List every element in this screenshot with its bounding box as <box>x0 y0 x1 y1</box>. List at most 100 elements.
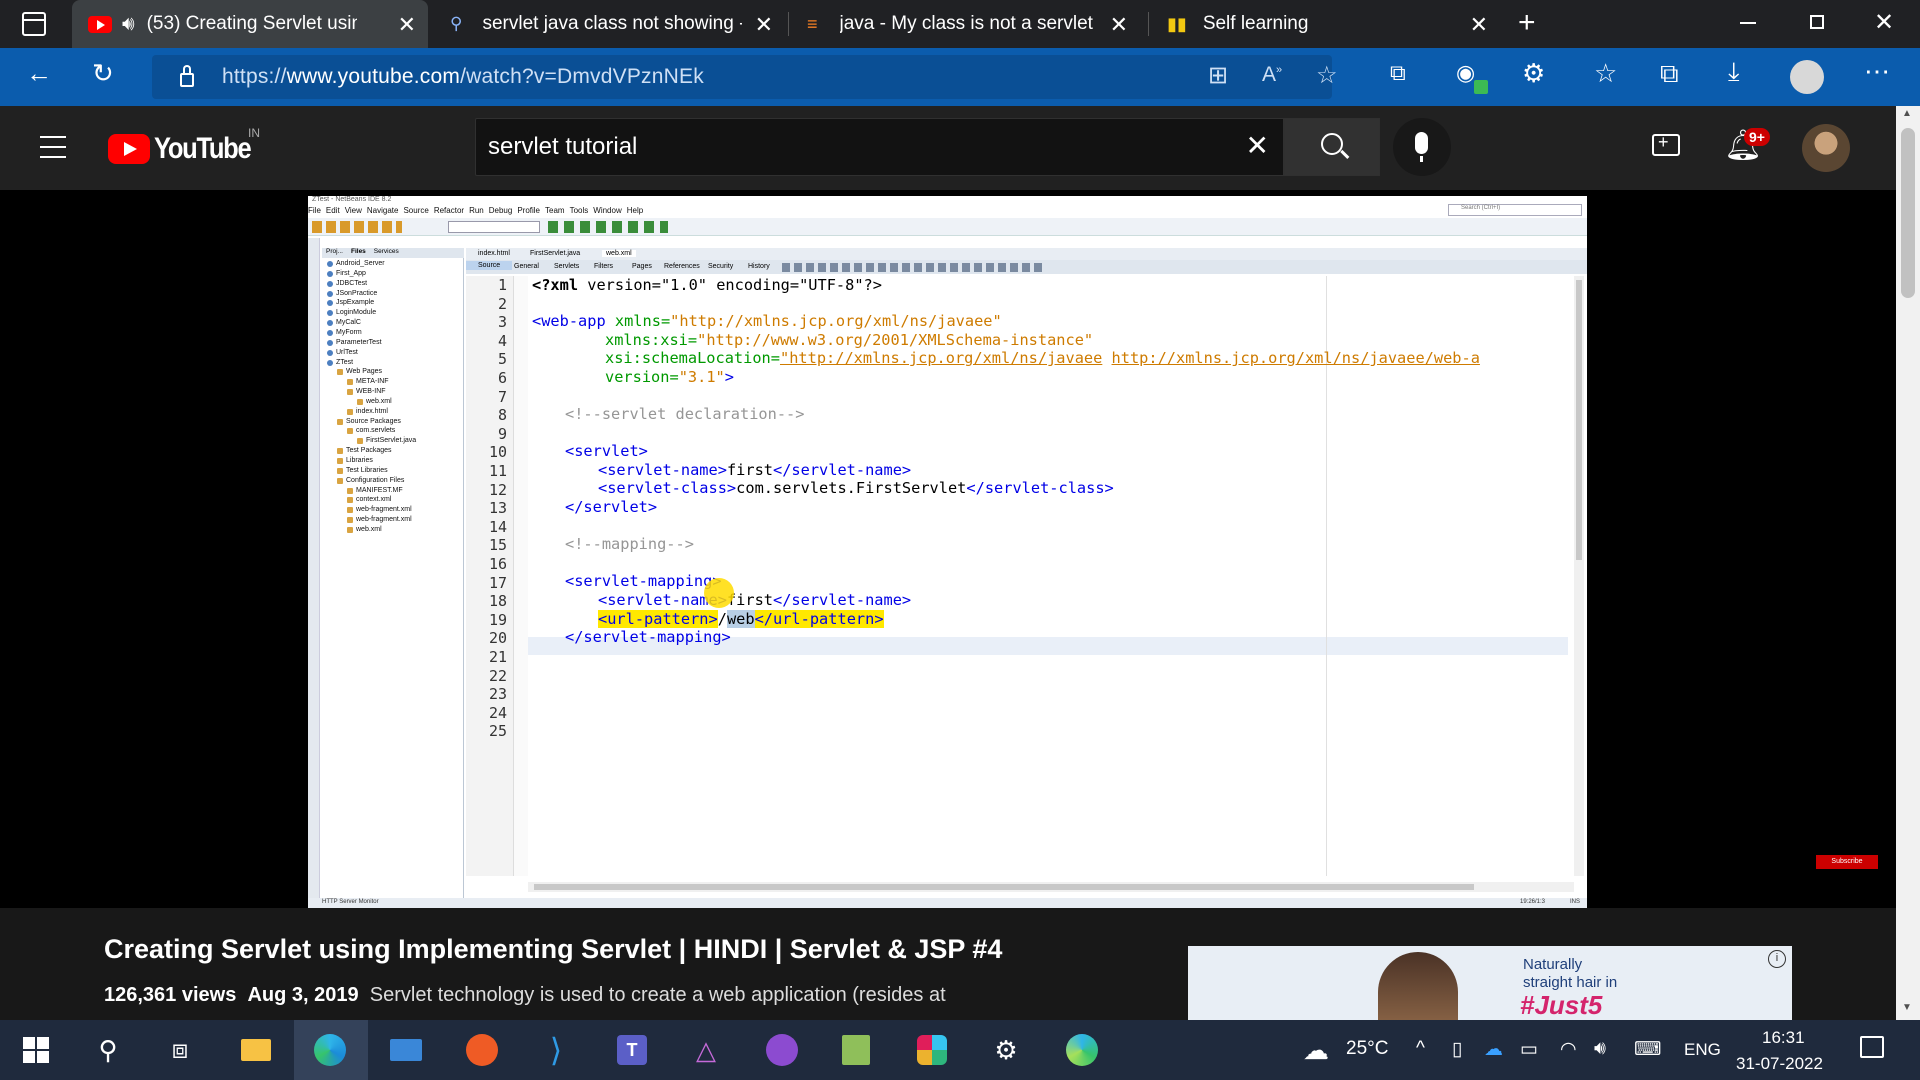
tree-node[interactable]: MANIFEST.MF <box>347 487 403 494</box>
tree-node[interactable]: MyCalC <box>327 319 361 327</box>
subtab[interactable]: Pages <box>632 263 652 270</box>
panel-tab-services[interactable]: Services <box>374 248 399 258</box>
close-tab-icon[interactable]: ✕ <box>755 12 773 38</box>
device-icon[interactable]: ▯ <box>1452 1038 1462 1061</box>
hamburger-menu-icon[interactable] <box>40 136 66 158</box>
tab-actions-icon[interactable] <box>22 12 46 36</box>
tree-node[interactable]: Test Packages <box>337 447 392 455</box>
navigator-strip[interactable] <box>308 238 320 898</box>
tab-youtube[interactable]: 🔊︎ (53) Creating Servlet using I ✕ <box>72 0 428 48</box>
tree-node[interactable]: Test Libraries <box>337 467 388 474</box>
notification-center-icon[interactable] <box>1860 1036 1884 1058</box>
editor-toolbar-icons[interactable] <box>782 263 1042 272</box>
create-video-icon[interactable]: + <box>1652 132 1680 156</box>
code-line-5[interactable]: xsi:schemaLocation="http://xmlns.jcp.org… <box>532 349 1480 367</box>
menu-item[interactable]: Refactor <box>434 206 464 218</box>
menu-item[interactable]: Edit <box>326 206 340 218</box>
extension-alert-icon[interactable]: ◉ <box>1456 60 1475 86</box>
language-indicator[interactable]: ENG <box>1684 1040 1721 1060</box>
run-toolbar-icons[interactable] <box>548 221 668 233</box>
tree-node[interactable]: Source Packages <box>337 418 401 425</box>
menu-item[interactable]: Help <box>627 206 643 218</box>
close-tab-icon[interactable]: ✕ <box>1110 12 1128 38</box>
code-line-13[interactable]: </servlet> <box>532 498 657 516</box>
lock-icon[interactable] <box>180 73 194 87</box>
status-panel-label[interactable]: HTTP Server Monitor <box>322 899 379 905</box>
code-line-4[interactable]: xmlns:xsi="http://www.w3.org/2001/XMLSch… <box>532 331 1093 349</box>
code-line-17[interactable]: <servlet-mapping> <box>532 572 722 590</box>
notepad-icon[interactable] <box>836 1030 876 1070</box>
tree-node[interactable]: LoginModule <box>327 309 376 317</box>
tree-node[interactable]: web-fragment.xml <box>347 506 412 514</box>
subtab[interactable]: Source <box>466 261 513 270</box>
favorite-star-icon[interactable]: ☆ <box>1316 61 1338 90</box>
task-view-icon[interactable]: ⧈ <box>160 1030 200 1070</box>
keyboard-icon[interactable]: ⌨ <box>1634 1038 1661 1061</box>
url-text[interactable]: https://www.youtube.com/watch?v=DmvdVPzn… <box>222 65 704 89</box>
postman-icon[interactable] <box>462 1030 502 1070</box>
edge-browser-icon[interactable] <box>310 1030 350 1070</box>
scrollbar-thumb[interactable] <box>1901 128 1915 298</box>
search-button[interactable] <box>1284 118 1380 176</box>
subtab[interactable]: References <box>664 263 700 270</box>
tree-node[interactable]: Libraries <box>337 457 373 464</box>
code-line-19[interactable]: <url-pattern>/web</url-pattern> <box>532 610 884 628</box>
tree-node[interactable]: FirstServlet.java <box>357 437 416 445</box>
chrome-icon[interactable] <box>1062 1030 1102 1070</box>
editor-tab[interactable]: index.html <box>478 250 510 257</box>
video-meta[interactable]: 126,361 views Aug 3, 2019 Servlet techno… <box>104 984 946 1007</box>
tree-node[interactable]: JDBCTest <box>327 280 367 287</box>
address-bar[interactable]: https://www.youtube.com/watch?v=DmvdVPzn… <box>152 55 1338 99</box>
video-player[interactable]: ZTest - NetBeans IDE 8.2 File Edit View … <box>0 190 1896 908</box>
youtube-logo[interactable]: YouTube <box>108 132 267 166</box>
weather-icon[interactable]: ☁ <box>1296 1030 1336 1070</box>
tree-node[interactable]: JSonPractice <box>327 290 377 297</box>
clock-time[interactable]: 16:31 <box>1762 1028 1805 1048</box>
code-line-8[interactable]: <!--servlet declaration--> <box>532 405 804 423</box>
new-tab-button[interactable]: + <box>1518 6 1536 40</box>
search-query[interactable]: servlet tutorial <box>488 133 637 161</box>
subtab[interactable]: History <box>748 263 770 270</box>
code-line-15[interactable]: <!--mapping--> <box>532 535 694 553</box>
mail-icon[interactable] <box>386 1030 426 1070</box>
tab-stackoverflow[interactable]: ≡ java - My class is not a servlet er ✕ <box>795 0 1140 48</box>
account-avatar[interactable] <box>1802 124 1850 172</box>
tree-node[interactable]: Web Pages <box>337 368 382 376</box>
github-icon[interactable] <box>762 1030 802 1070</box>
start-windows-icon[interactable] <box>16 1030 56 1070</box>
menu-item[interactable]: Source <box>403 206 428 218</box>
show-hidden-icons[interactable]: ^ <box>1416 1038 1425 1060</box>
subtab[interactable]: Security <box>708 263 733 270</box>
profile-avatar[interactable] <box>1790 60 1824 94</box>
tree-node[interactable]: context.xml <box>347 496 391 504</box>
menu-item[interactable]: Window <box>593 206 621 218</box>
tab-search-servlet[interactable]: ⚲ servlet java class not showing - S ✕ <box>440 0 785 48</box>
code-line-6[interactable]: version="3.1"> <box>532 368 734 386</box>
tree-node[interactable]: JspExample <box>327 299 374 307</box>
weather-temperature[interactable]: 25°C <box>1346 1038 1388 1060</box>
menu-item[interactable]: Tools <box>570 206 589 218</box>
tree-node[interactable]: ZTest <box>327 359 353 366</box>
scroll-up-arrow[interactable]: ▲ <box>1902 108 1912 119</box>
audio-playing-icon[interactable]: 🔊︎ <box>122 13 135 36</box>
code-line-3[interactable]: <web-app xmlns="http://xmlns.jcp.org/xml… <box>532 312 1002 330</box>
favorites-icon[interactable]: ☆ <box>1594 58 1617 89</box>
menu-item[interactable]: Debug <box>489 206 513 218</box>
ad-banner[interactable]: Naturally straight hair in #Just5 i <box>1188 946 1792 1020</box>
tree-node[interactable]: index.html <box>347 408 388 415</box>
tree-node[interactable]: web-fragment.xml <box>347 516 412 524</box>
apps-icon[interactable]: ⊞ <box>1208 61 1228 90</box>
subtab[interactable]: Filters <box>594 263 613 270</box>
tree-node[interactable]: Configuration Files <box>337 477 404 484</box>
code-line-10[interactable]: <servlet> <box>532 442 648 460</box>
clock-date[interactable]: 31-07-2022 <box>1736 1054 1823 1074</box>
menu-item[interactable]: View <box>345 206 362 218</box>
code-line-20[interactable]: </servlet-mapping> <box>532 628 731 646</box>
subtab[interactable]: General <box>514 263 539 270</box>
panel-tab-projects[interactable]: Proj... <box>326 248 343 258</box>
netbeans-search-field[interactable]: Search (Ctrl+I) <box>1448 204 1582 216</box>
tree-node[interactable]: Android_Server <box>327 260 385 267</box>
search-icon[interactable]: ⚲ <box>88 1030 128 1070</box>
menu-item[interactable]: Run <box>469 206 484 218</box>
menu-item[interactable]: Navigate <box>367 206 399 218</box>
